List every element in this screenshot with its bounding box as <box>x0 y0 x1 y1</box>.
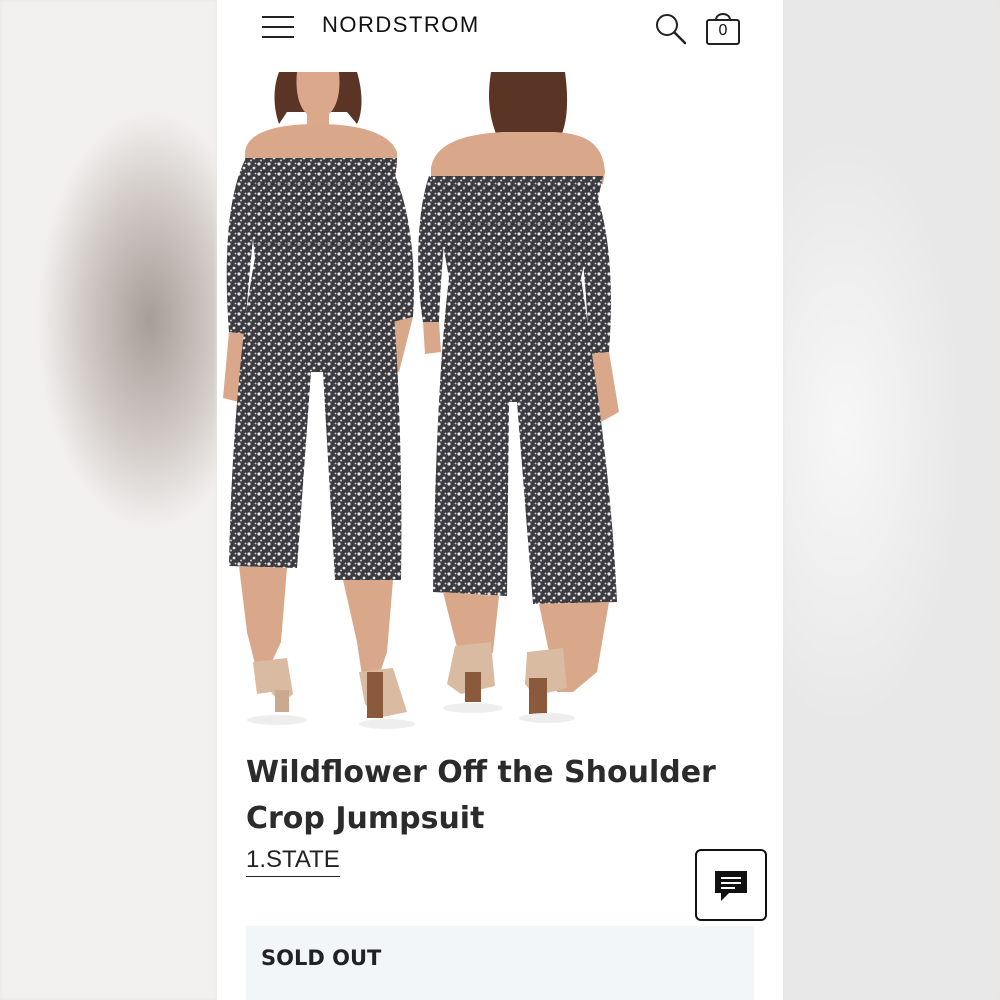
right-backdrop <box>783 0 1000 1000</box>
menu-icon[interactable] <box>262 14 294 40</box>
chat-icon <box>715 871 747 901</box>
search-icon[interactable] <box>654 12 688 46</box>
shopping-bag-icon[interactable]: 0 <box>705 8 741 46</box>
product-image[interactable] <box>217 72 783 732</box>
chat-button[interactable] <box>695 849 767 921</box>
sold-out-label: SOLD OUT <box>261 946 382 970</box>
mobile-page: NORDSTROM 0 Wildflower Off the Shoulder … <box>217 0 783 1000</box>
back-view-model <box>418 72 619 723</box>
brand-logo[interactable]: NORDSTROM <box>322 12 480 38</box>
product-title: Wildflower Off the Shoulder Crop Jumpsui… <box>246 755 716 836</box>
product-brand-link[interactable]: 1.STATE <box>246 846 340 877</box>
front-view-model <box>223 72 415 729</box>
left-backdrop <box>0 0 217 1000</box>
sold-out-banner: SOLD OUT <box>246 926 754 1000</box>
bag-count: 0 <box>718 22 728 39</box>
